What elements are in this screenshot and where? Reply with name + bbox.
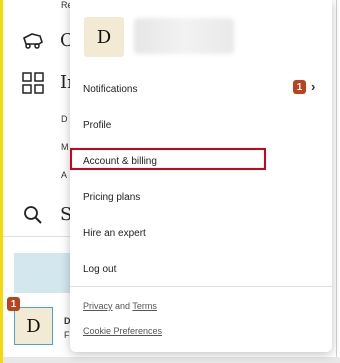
- privacy-link[interactable]: Privacy: [83, 301, 113, 311]
- cookie-preferences-link[interactable]: Cookie Preferences: [83, 326, 162, 336]
- avatar: D: [84, 17, 124, 57]
- divider: [70, 286, 332, 287]
- nav-subtext: A: [61, 170, 68, 180]
- avatar[interactable]: D: [14, 307, 53, 345]
- avatar-letter: D: [26, 315, 41, 337]
- nav-subtext: M: [61, 142, 69, 152]
- menu-item-profile[interactable]: Profile: [83, 120, 111, 131]
- menu-item-notifications[interactable]: Notifications: [83, 84, 137, 95]
- chevron-right-icon[interactable]: ›: [311, 79, 315, 94]
- notification-badge: 1: [293, 80, 306, 94]
- grid-icon[interactable]: [22, 72, 44, 94]
- divider: [336, 0, 337, 363]
- menu-item-hire-expert[interactable]: Hire an expert: [83, 228, 146, 239]
- account-menu: D Notifications 1 › Profile Account & bi…: [70, 0, 332, 352]
- search-icon[interactable]: [22, 204, 44, 226]
- avatar-letter: D: [96, 26, 112, 48]
- account-subtext: F: [64, 330, 70, 340]
- cookie-preferences-wrapper: Cookie Preferences: [83, 326, 162, 336]
- nav-subtext: D: [61, 114, 68, 124]
- accent-bar: [0, 0, 3, 363]
- legal-links: Privacy and Terms: [83, 301, 157, 311]
- menu-item-log-out[interactable]: Log out: [83, 264, 116, 275]
- notification-badge: 1: [7, 297, 20, 311]
- terms-link[interactable]: Terms: [132, 301, 157, 311]
- and-text: and: [115, 301, 131, 311]
- scrollbar[interactable]: [3, 357, 340, 363]
- menu-item-pricing-plans[interactable]: Pricing plans: [83, 192, 140, 203]
- banner: [14, 253, 74, 293]
- account-name-blurred: [134, 18, 234, 54]
- car-icon[interactable]: [22, 30, 44, 52]
- menu-item-account-billing[interactable]: Account & billing: [83, 156, 157, 167]
